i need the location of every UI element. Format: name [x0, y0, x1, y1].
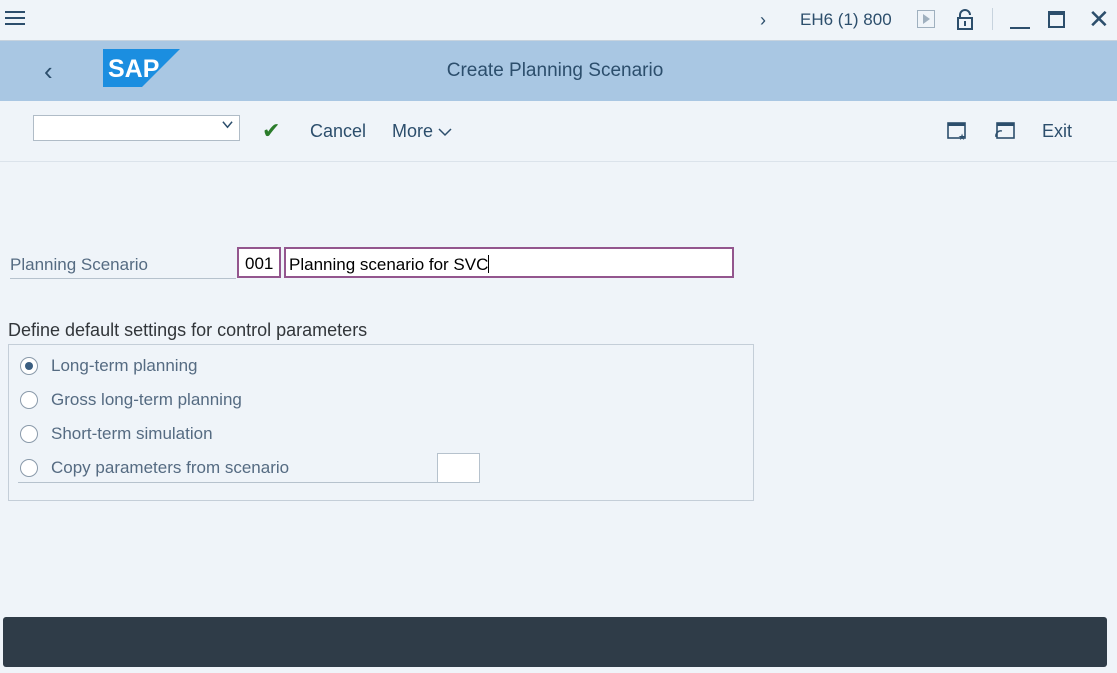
radio-label: Long-term planning — [51, 356, 198, 375]
more-button-label: More — [392, 121, 434, 141]
svg-text:★: ★ — [958, 133, 966, 141]
toolbar: ✔ Cancel More ★ Exit — [0, 101, 1117, 162]
command-field[interactable] — [33, 115, 240, 141]
control-params-title: Define default settings for control para… — [8, 320, 368, 340]
menu-hamburger-icon[interactable] — [5, 11, 25, 29]
planning-scenario-label: Planning Scenario — [10, 255, 236, 279]
system-bar: › EH6 (1) 800 ✕ — [0, 0, 1117, 41]
radio-unselected-icon[interactable] — [20, 391, 38, 409]
chevron-down-icon — [438, 128, 452, 137]
scenario-name-value: Planning scenario for SVC — [289, 255, 489, 274]
radio-label: Short-term simulation — [51, 424, 213, 443]
create-favorite-window-icon[interactable]: ★ — [947, 121, 967, 141]
cancel-button[interactable]: Cancel — [310, 121, 366, 142]
maximize-icon[interactable] — [1048, 11, 1065, 28]
text-caret — [488, 255, 490, 273]
new-session-icon[interactable] — [994, 121, 1016, 141]
unlock-icon[interactable] — [956, 9, 974, 31]
radio-label: Gross long-term planning — [51, 390, 242, 409]
scenario-code-value: 001 — [245, 254, 274, 273]
radio-label: Copy parameters from scenario — [51, 458, 290, 477]
scenario-code-input[interactable]: 001 — [237, 247, 281, 278]
play-icon[interactable] — [917, 10, 935, 28]
radio-unselected-icon[interactable] — [20, 459, 38, 477]
chevron-down-icon[interactable] — [222, 119, 233, 130]
exit-button[interactable]: Exit — [1042, 121, 1072, 142]
scenario-name-input[interactable]: Planning scenario for SVC — [284, 247, 734, 278]
radio-selected-icon[interactable] — [20, 357, 38, 375]
page-title: Create Planning Scenario — [446, 60, 664, 81]
title-header: ‹ SAP Create Planning Scenario — [0, 41, 1117, 101]
chevron-right-icon[interactable]: › — [760, 10, 766, 31]
system-session-info: EH6 (1) 800 — [800, 10, 892, 29]
copy-from-scenario-input[interactable] — [437, 453, 480, 483]
enter-check-icon[interactable]: ✔ — [262, 118, 280, 144]
sap-gui-window: › EH6 (1) 800 ✕ ‹ SAP Create Planning Sc… — [0, 0, 1117, 673]
close-icon[interactable]: ✕ — [1088, 6, 1110, 32]
more-button[interactable]: More — [392, 121, 452, 142]
status-bar — [3, 617, 1107, 667]
separator — [992, 8, 993, 30]
copy-row-underline — [18, 482, 438, 483]
minimize-icon[interactable] — [1010, 27, 1030, 29]
radio-unselected-icon[interactable] — [20, 425, 38, 443]
